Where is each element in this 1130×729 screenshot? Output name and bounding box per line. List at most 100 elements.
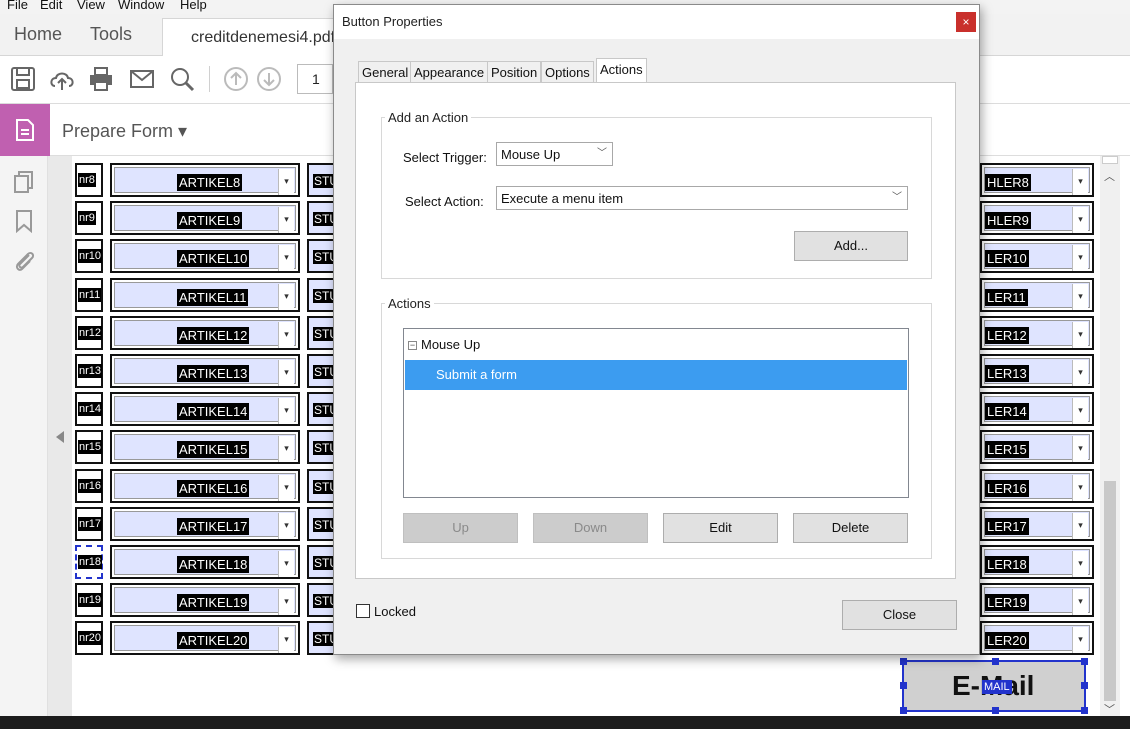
right-dropdown-field[interactable]: LER13 ▾ [980,354,1094,388]
dropdown-arrow-icon[interactable]: ▾ [278,474,294,501]
resize-handle[interactable] [900,658,907,665]
dropdown-arrow-icon[interactable]: ▾ [278,245,294,272]
right-dropdown-field[interactable]: LER15 ▾ [980,430,1094,465]
save-icon[interactable] [9,65,37,93]
menu-view[interactable]: View [77,0,105,12]
nr-field[interactable]: nr8 [75,163,103,197]
dropdown-arrow-icon[interactable]: ▾ [278,627,294,654]
artikel-field[interactable]: ARTIKEL18 ▾ [110,545,300,579]
artikel-field[interactable]: ARTIKEL10 ▾ [110,239,300,274]
artikel-field[interactable]: ARTIKEL11 ▾ [110,277,300,312]
close-icon[interactable]: × [956,12,976,32]
vertical-scrollbar[interactable]: ︿ ﹀ [1100,156,1120,716]
menu-file[interactable]: File [7,0,28,12]
resize-handle[interactable] [1081,707,1088,714]
nr-field[interactable]: nr19 [75,583,103,618]
close-button[interactable]: Close [842,600,957,630]
dropdown-arrow-icon[interactable]: ▾ [278,360,294,386]
right-dropdown-field[interactable]: LER17 ▾ [980,506,1094,541]
dropdown-arrow-icon[interactable]: ▾ [1072,436,1088,463]
dropdown-arrow-icon[interactable]: ▾ [278,512,294,539]
resize-handle[interactable] [1081,682,1088,689]
pages-icon[interactable] [12,170,36,194]
select-trigger-dropdown[interactable]: Mouse Up ﹀ [496,142,613,166]
menu-window[interactable]: Window [118,0,164,12]
dropdown-arrow-icon[interactable]: ▾ [1072,512,1088,539]
menu-help[interactable]: Help [180,0,207,12]
right-dropdown-field[interactable]: LER16 ▾ [980,468,1094,503]
email-icon[interactable] [128,65,156,93]
edit-button[interactable]: Edit [663,513,778,543]
artikel-field[interactable]: ARTIKEL15 ▾ [110,430,300,465]
tab-home[interactable]: Home [14,24,62,45]
up-button[interactable]: Up [403,513,518,543]
actions-tree-list[interactable]: − Mouse Up Submit a form [403,328,909,498]
nr-field[interactable]: nr13 [75,354,103,388]
right-dropdown-field[interactable]: HLER8 ▾ [980,163,1094,197]
nr-field[interactable]: nr11 [75,277,103,312]
tab-appearance[interactable]: Appearance [410,61,489,83]
select-action-dropdown[interactable]: Execute a menu item ﹀ [496,186,908,210]
email-submit-button[interactable]: E-Mail MAIL [900,658,1088,714]
add-button[interactable]: Add... [794,231,908,261]
collapse-tree-icon[interactable]: − [408,341,417,350]
artikel-field[interactable]: ARTIKEL9 ▾ [110,201,300,236]
dropdown-arrow-icon[interactable]: ▾ [278,321,294,348]
nr-field[interactable]: nr12 [75,315,103,350]
artikel-field[interactable]: ARTIKEL13 ▾ [110,354,300,388]
resize-handle[interactable] [900,682,907,689]
page-number-input[interactable]: 1 [297,64,333,94]
previous-page-icon[interactable] [222,65,250,93]
nr-field[interactable]: nr14 [75,392,103,427]
right-dropdown-field[interactable]: LER11 ▾ [980,277,1094,312]
artikel-field[interactable]: ARTIKEL19 ▾ [110,583,300,618]
artikel-field[interactable]: ARTIKEL14 ▾ [110,392,300,427]
dropdown-arrow-icon[interactable]: ▾ [278,436,294,463]
right-dropdown-field[interactable]: LER20 ▾ [980,621,1094,656]
tab-options[interactable]: Options [541,61,594,83]
scroll-up-icon[interactable]: ︿ [1104,168,1115,184]
prepare-form-menu[interactable]: Prepare Form ▾ [62,121,187,142]
tab-actions[interactable]: Actions [596,58,647,84]
dropdown-arrow-icon[interactable]: ▾ [1072,321,1088,348]
bookmark-icon[interactable] [12,209,36,233]
nr-field[interactable]: nr10 [75,239,103,274]
resize-handle[interactable] [900,707,907,714]
print-icon[interactable] [87,65,115,93]
resize-handle[interactable] [992,658,999,665]
resize-handle[interactable] [992,707,999,714]
search-icon[interactable] [168,65,196,93]
tab-position[interactable]: Position [487,61,542,83]
right-dropdown-field[interactable]: LER10 ▾ [980,239,1094,274]
dropdown-arrow-icon[interactable]: ▾ [278,589,294,616]
down-button[interactable]: Down [533,513,648,543]
cloud-upload-icon[interactable] [48,65,76,93]
right-dropdown-field[interactable]: LER12 ▾ [980,315,1094,350]
nr-field[interactable]: nr16 [75,468,103,503]
artikel-field[interactable]: ARTIKEL20 ▾ [110,621,300,656]
prepare-form-tool-button[interactable] [0,104,50,156]
dropdown-arrow-icon[interactable]: ▾ [1072,589,1088,616]
tab-document[interactable]: creditdenemesi4.pdf [162,18,342,57]
nr-field[interactable]: nr17 [75,506,103,541]
next-page-icon[interactable] [255,65,283,93]
resize-handle[interactable] [1081,658,1088,665]
nr-field[interactable]: nr9 [75,201,103,236]
dropdown-arrow-icon[interactable]: ▾ [1072,474,1088,501]
tab-tools[interactable]: Tools [90,24,132,45]
nr-field[interactable]: nr20 [75,621,103,656]
artikel-field[interactable]: ARTIKEL17 ▾ [110,506,300,541]
locked-checkbox[interactable] [356,604,370,618]
dropdown-arrow-icon[interactable]: ▾ [278,207,294,234]
dropdown-arrow-icon[interactable]: ▾ [1072,283,1088,310]
attachment-icon[interactable] [12,248,36,272]
dropdown-arrow-icon[interactable]: ▾ [278,551,294,577]
right-dropdown-field[interactable]: HLER9 ▾ [980,201,1094,236]
menu-edit[interactable]: Edit [40,0,62,12]
nr-field[interactable]: nr15 [75,430,103,465]
right-dropdown-field[interactable]: LER19 ▾ [980,583,1094,618]
artikel-field[interactable]: ARTIKEL12 ▾ [110,315,300,350]
right-dropdown-field[interactable]: LER14 ▾ [980,392,1094,427]
artikel-field[interactable]: ARTIKEL16 ▾ [110,468,300,503]
scroll-down-icon[interactable]: ﹀ [1104,701,1115,717]
